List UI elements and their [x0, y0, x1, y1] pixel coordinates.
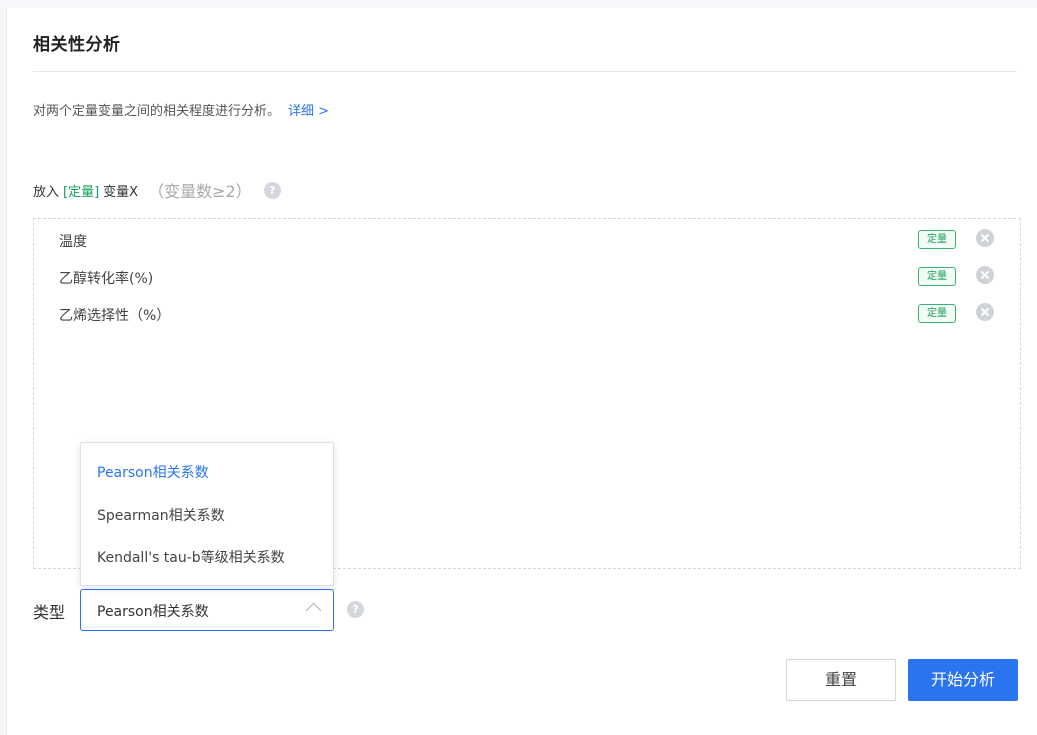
question-circle-icon[interactable]: ? [263, 181, 281, 199]
variable-name: 乙烯选择性（%） [59, 308, 171, 324]
reset-button[interactable]: 重置 [786, 659, 896, 701]
variable-row: 乙烯选择性（%） 定量 [34, 302, 1020, 326]
variable-name: 温度 [59, 234, 87, 250]
start-analysis-button[interactable]: 开始分析 [908, 659, 1018, 701]
question-circle-icon[interactable]: ? [347, 601, 364, 618]
variable-row: 乙醇转化率(%) 定量 [34, 265, 1020, 289]
variable-name: 乙醇转化率(%) [59, 271, 154, 287]
label-suffix: 变量X [103, 184, 139, 200]
type-select[interactable]: Pearson相关系数 [80, 589, 334, 631]
quantitative-tag: 定量 [918, 304, 956, 323]
dropdown-option-pearson[interactable]: Pearson相关系数 [97, 462, 209, 482]
remove-icon[interactable] [976, 229, 994, 247]
type-select-value: Pearson相关系数 [97, 604, 209, 620]
analysis-panel: 相关性分析 对两个定量变量之间的相关程度进行分析。 详细 > 放入 [定量] 变量… [6, 8, 1037, 735]
remove-icon[interactable] [976, 266, 994, 284]
detail-link[interactable]: 详细 > [288, 104, 329, 119]
dropdown-option-spearman[interactable]: Spearman相关系数 [97, 505, 225, 525]
type-dropdown-menu: Pearson相关系数 Spearman相关系数 Kendall's tau-b… [80, 442, 334, 586]
type-label: 类型 [33, 603, 66, 622]
description: 对两个定量变量之间的相关程度进行分析。 详细 > [33, 100, 329, 119]
quantitative-tag: 定量 [918, 267, 956, 286]
title-divider [33, 71, 1017, 72]
label-hint: （变量数≥2） [148, 182, 252, 201]
quantitative-tag: 定量 [918, 230, 956, 249]
variable-field-label: 放入 [定量] 变量X （变量数≥2） ? [33, 178, 281, 202]
description-text: 对两个定量变量之间的相关程度进行分析。 [33, 104, 281, 119]
label-prefix: 放入 [33, 184, 60, 200]
remove-icon[interactable] [976, 303, 994, 321]
variable-row: 温度 定量 [34, 228, 1020, 252]
dropdown-option-kendall[interactable]: Kendall's tau-b等级相关系数 [97, 547, 285, 567]
page-title: 相关性分析 [33, 35, 121, 55]
label-type: [定量] [63, 184, 100, 200]
chevron-up-icon [305, 602, 322, 619]
